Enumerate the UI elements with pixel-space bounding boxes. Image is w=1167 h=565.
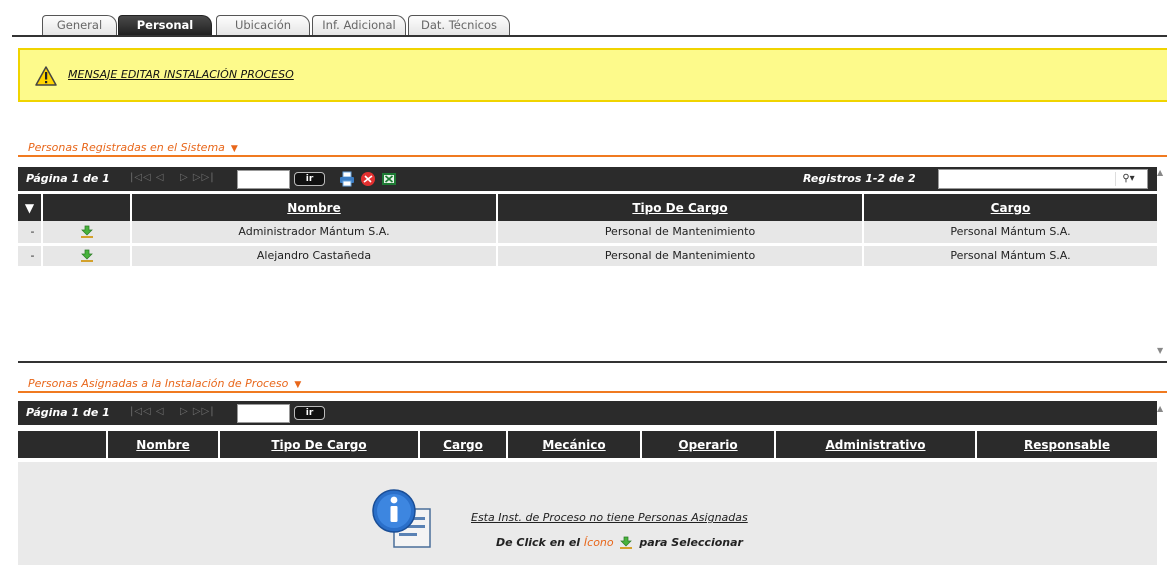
scroll-up-arrow-icon[interactable]: ▲ bbox=[1157, 168, 1167, 180]
page-number-input[interactable] bbox=[237, 404, 290, 423]
table-row: - Administrador Mántum S.A. Personal de … bbox=[18, 221, 1157, 246]
cell-tipo-cargo: Personal de Mantenimiento bbox=[497, 221, 864, 246]
registered-table: ▼ Nombre Tipo De Cargo Cargo - Administr… bbox=[18, 194, 1157, 269]
registered-section-title[interactable]: Personas Registradas en el Sistema ▼ bbox=[28, 141, 238, 154]
search-input[interactable]: ⚲▾ bbox=[938, 169, 1148, 189]
tab-dat-tecnicos[interactable]: Dat. Técnicos bbox=[408, 15, 510, 36]
assigned-table: Nombre Tipo De Cargo Cargo Mecánico Oper… bbox=[18, 431, 1157, 458]
excel-icon[interactable] bbox=[381, 171, 397, 187]
empty-state-message: Esta Inst. de Proceso no tiene Personas … bbox=[471, 511, 748, 524]
caret-down-icon: ▼ bbox=[294, 380, 302, 390]
hint-prefix: De Click en el bbox=[496, 536, 581, 549]
print-icon[interactable] bbox=[339, 171, 355, 187]
empty-state-hint: De Click en el Ícono para Seleccionar bbox=[496, 536, 743, 550]
select-column-header bbox=[42, 194, 132, 221]
registered-pager-toolbar: Página 1 de 1 |◁◁ ◁ ▷ ▷▷| ir Registros 1… bbox=[18, 167, 1157, 191]
row-marker: - bbox=[18, 244, 43, 269]
cell-cargo: Personal Mántum S.A. bbox=[863, 244, 1157, 269]
info-icon bbox=[372, 489, 431, 548]
search-dropdown-icon[interactable]: ⚲▾ bbox=[1115, 172, 1141, 186]
hint-icon-word: Ícono bbox=[583, 536, 614, 549]
caret-down-icon: ▼ bbox=[230, 144, 238, 154]
warning-icon bbox=[35, 66, 57, 86]
section-separator bbox=[18, 361, 1167, 363]
tab-inf-adicional[interactable]: Inf. Adicional bbox=[312, 15, 406, 36]
column-header-cargo[interactable]: Cargo bbox=[419, 431, 508, 458]
go-page-button[interactable]: ir bbox=[294, 406, 325, 420]
assigned-section-label: Personas Asignadas a la Instalación de P… bbox=[28, 377, 289, 390]
pager-nav-first-prev-icon[interactable]: |◁◁ ◁ bbox=[130, 406, 165, 417]
tab-personal[interactable]: Personal bbox=[118, 15, 212, 36]
go-page-button[interactable]: ir bbox=[294, 172, 325, 186]
section-divider bbox=[18, 155, 1167, 157]
download-select-icon bbox=[620, 536, 633, 549]
filter-icon[interactable]: ▼ bbox=[18, 194, 43, 221]
page-indicator: Página 1 de 1 bbox=[26, 406, 110, 419]
scroll-up-arrow-icon[interactable]: ▲ bbox=[1157, 404, 1167, 416]
table-header-row: ▼ Nombre Tipo De Cargo Cargo bbox=[18, 194, 1157, 221]
records-count: Registros 1-2 de 2 bbox=[803, 172, 916, 185]
pdf-icon[interactable] bbox=[360, 171, 376, 187]
table-header-row: Nombre Tipo De Cargo Cargo Mecánico Oper… bbox=[18, 431, 1157, 458]
pager-nav-next-last-icon[interactable]: ▷ ▷▷| bbox=[180, 172, 215, 183]
tab-underline bbox=[12, 35, 1167, 37]
column-header-tipo-cargo[interactable]: Tipo De Cargo bbox=[219, 431, 420, 458]
empty-state-panel: Esta Inst. de Proceso no tiene Personas … bbox=[18, 462, 1157, 565]
column-header-tipo-cargo[interactable]: Tipo De Cargo bbox=[497, 194, 864, 221]
column-header-cargo[interactable]: Cargo bbox=[863, 194, 1157, 221]
section-divider bbox=[18, 391, 1167, 393]
column-header-nombre[interactable]: Nombre bbox=[107, 431, 220, 458]
pager-nav-next-last-icon[interactable]: ▷ ▷▷| bbox=[180, 406, 215, 417]
tab-ubicacion[interactable]: Ubicación bbox=[216, 15, 310, 36]
page-number-input[interactable] bbox=[237, 170, 290, 189]
row-marker: - bbox=[18, 221, 43, 246]
assigned-section-title[interactable]: Personas Asignadas a la Instalación de P… bbox=[28, 377, 301, 390]
warning-message-box: MENSAJE EDITAR INSTALACIÓN PROCESO bbox=[18, 48, 1167, 102]
cell-cargo: Personal Mántum S.A. bbox=[863, 221, 1157, 246]
column-header-responsable[interactable]: Responsable bbox=[976, 431, 1157, 458]
registered-section-label: Personas Registradas en el Sistema bbox=[28, 141, 225, 154]
download-select-icon[interactable] bbox=[80, 249, 94, 263]
cell-nombre: Alejandro Castañeda bbox=[131, 244, 498, 269]
scroll-down-arrow-icon[interactable]: ▼ bbox=[1157, 346, 1167, 358]
page-indicator: Página 1 de 1 bbox=[26, 172, 110, 185]
page-root: General Personal Ubicación Inf. Adiciona… bbox=[0, 0, 1167, 565]
pager-nav-first-prev-icon[interactable]: |◁◁ ◁ bbox=[130, 172, 165, 183]
column-header-mecanico[interactable]: Mecánico bbox=[507, 431, 642, 458]
select-cell bbox=[42, 244, 132, 269]
tab-general[interactable]: General bbox=[42, 15, 117, 36]
column-header-administrativo[interactable]: Administrativo bbox=[775, 431, 977, 458]
select-column-header bbox=[18, 431, 108, 458]
select-cell bbox=[42, 221, 132, 246]
column-header-operario[interactable]: Operario bbox=[641, 431, 776, 458]
column-header-nombre[interactable]: Nombre bbox=[131, 194, 498, 221]
cell-tipo-cargo: Personal de Mantenimiento bbox=[497, 244, 864, 269]
assigned-pager-toolbar: Página 1 de 1 |◁◁ ◁ ▷ ▷▷| ir bbox=[18, 401, 1157, 425]
warning-message-text[interactable]: MENSAJE EDITAR INSTALACIÓN PROCESO bbox=[68, 68, 294, 81]
tab-bar: General Personal Ubicación Inf. Adiciona… bbox=[0, 0, 1167, 37]
table-row: - Alejandro Castañeda Personal de Manten… bbox=[18, 244, 1157, 269]
cell-nombre: Administrador Mántum S.A. bbox=[131, 221, 498, 246]
hint-suffix: para Seleccionar bbox=[639, 536, 743, 549]
download-select-icon[interactable] bbox=[80, 225, 94, 239]
